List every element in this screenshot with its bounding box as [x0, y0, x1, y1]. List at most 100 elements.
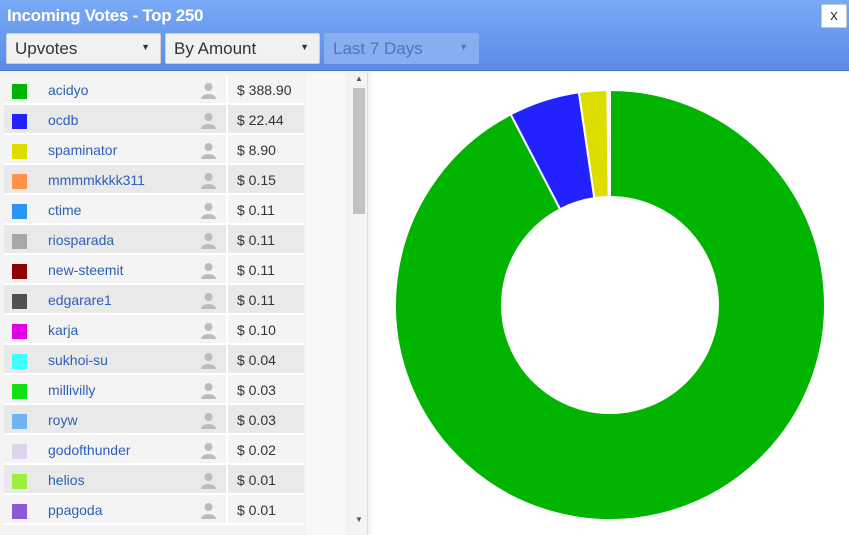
vote-type-value: Upvotes	[15, 39, 78, 58]
list-item: ctime $ 0.11	[4, 195, 304, 225]
vote-amount: $ 0.11	[237, 202, 275, 218]
color-swatch	[12, 354, 27, 369]
row-divider	[4, 523, 304, 525]
list-item: new-steemit $ 0.11	[4, 255, 304, 285]
voter-name-link[interactable]: ppagoda	[48, 502, 103, 518]
voter-name-link[interactable]: sukhoi-su	[48, 352, 108, 368]
sort-by-value: By Amount	[174, 39, 257, 58]
list-item: ocdb $ 22.44	[4, 105, 304, 135]
scroll-down-arrow-icon[interactable]: ▼	[350, 515, 368, 525]
color-swatch	[12, 174, 27, 189]
user-icon[interactable]	[200, 412, 217, 429]
chevron-down-icon: ▼	[141, 42, 150, 52]
color-swatch	[12, 264, 27, 279]
voter-name-link[interactable]: ctime	[48, 202, 81, 218]
list-gap	[306, 72, 346, 535]
period-select[interactable]: Last 7 Days ▼	[324, 33, 479, 64]
voter-name-link[interactable]: mmmmkkkk311	[48, 172, 145, 188]
color-swatch	[12, 204, 27, 219]
dialog-header: Incoming Votes - Top 250 x Upvotes ▼ By …	[0, 0, 849, 71]
voter-name-link[interactable]: acidyo	[48, 82, 88, 98]
scroll-up-arrow-icon[interactable]: ▲	[350, 74, 368, 84]
color-swatch	[12, 504, 27, 519]
list-scrollbar[interactable]: ▲ ▼	[350, 72, 368, 535]
user-icon[interactable]	[200, 382, 217, 399]
list-item: helios $ 0.01	[4, 465, 304, 495]
column-divider	[226, 375, 228, 405]
user-icon[interactable]	[200, 352, 217, 369]
user-icon[interactable]	[200, 262, 217, 279]
vote-amount: $ 8.90	[237, 142, 276, 158]
user-icon[interactable]	[200, 172, 217, 189]
vote-amount: $ 0.11	[237, 292, 275, 308]
voter-name-link[interactable]: ocdb	[48, 112, 78, 128]
list-item: acidyo $ 388.90	[4, 75, 304, 105]
user-icon[interactable]	[200, 142, 217, 159]
color-swatch	[12, 114, 27, 129]
user-icon[interactable]	[200, 502, 217, 519]
column-divider	[226, 315, 228, 345]
vote-amount: $ 0.03	[237, 412, 276, 428]
user-icon[interactable]	[200, 232, 217, 249]
period-value: Last 7 Days	[333, 39, 423, 58]
vote-amount: $ 0.11	[237, 232, 275, 248]
user-icon[interactable]	[200, 442, 217, 459]
user-icon[interactable]	[200, 292, 217, 309]
list-item: sukhoi-su $ 0.04	[4, 345, 304, 375]
user-icon[interactable]	[200, 82, 217, 99]
voter-name-link[interactable]: riosparada	[48, 232, 114, 248]
vote-amount: $ 0.01	[237, 472, 276, 488]
vote-amount: $ 0.15	[237, 172, 276, 188]
dialog-title: Incoming Votes - Top 250	[7, 6, 204, 25]
color-swatch	[12, 384, 27, 399]
color-swatch	[12, 324, 27, 339]
vote-amount: $ 0.10	[237, 322, 276, 338]
list-item: ppagoda $ 0.01	[4, 495, 304, 525]
column-divider	[226, 165, 228, 195]
vote-amount: $ 388.90	[237, 82, 292, 98]
color-swatch	[12, 144, 27, 159]
voter-list-panel: acidyo $ 388.90 ocdb $ 22.44 spaminator $ 8.9…	[0, 72, 370, 535]
column-divider	[226, 225, 228, 255]
voter-name-link[interactable]: new-steemit	[48, 262, 123, 278]
list-item: karja $ 0.10	[4, 315, 304, 345]
column-divider	[226, 135, 228, 165]
vote-amount: $ 22.44	[237, 112, 284, 128]
voter-name-link[interactable]: edgarare1	[48, 292, 112, 308]
voter-name-link[interactable]: royw	[48, 412, 78, 428]
voter-name-link[interactable]: spaminator	[48, 142, 117, 158]
color-swatch	[12, 444, 27, 459]
color-swatch	[12, 294, 27, 309]
column-divider	[226, 285, 228, 315]
voter-name-link[interactable]: millivilly	[48, 382, 95, 398]
column-divider	[226, 75, 228, 105]
column-divider	[226, 105, 228, 135]
user-icon[interactable]	[200, 472, 217, 489]
vote-type-select[interactable]: Upvotes ▼	[6, 33, 161, 64]
voter-name-link[interactable]: godofthunder	[48, 442, 131, 458]
vote-amount: $ 0.04	[237, 352, 276, 368]
close-button[interactable]: x	[821, 4, 847, 28]
user-icon[interactable]	[200, 322, 217, 339]
voter-name-link[interactable]: karja	[48, 322, 78, 338]
user-icon[interactable]	[200, 112, 217, 129]
list-item: royw $ 0.03	[4, 405, 304, 435]
color-swatch	[12, 84, 27, 99]
column-divider	[226, 495, 228, 525]
list-item: edgarare1 $ 0.11	[4, 285, 304, 315]
column-divider	[226, 255, 228, 285]
user-icon[interactable]	[200, 202, 217, 219]
voter-name-link[interactable]: helios	[48, 472, 85, 488]
column-divider	[226, 405, 228, 435]
scrollbar-thumb[interactable]	[353, 88, 365, 214]
vote-amount: $ 0.01	[237, 502, 276, 518]
column-divider	[226, 465, 228, 495]
list-item: riosparada $ 0.11	[4, 225, 304, 255]
chevron-down-icon: ▼	[300, 42, 309, 52]
vote-amount: $ 0.03	[237, 382, 276, 398]
chart-panel	[371, 72, 849, 535]
vote-amount: $ 0.11	[237, 262, 275, 278]
column-divider	[226, 195, 228, 225]
sort-by-select[interactable]: By Amount ▼	[165, 33, 320, 64]
color-swatch	[12, 234, 27, 249]
